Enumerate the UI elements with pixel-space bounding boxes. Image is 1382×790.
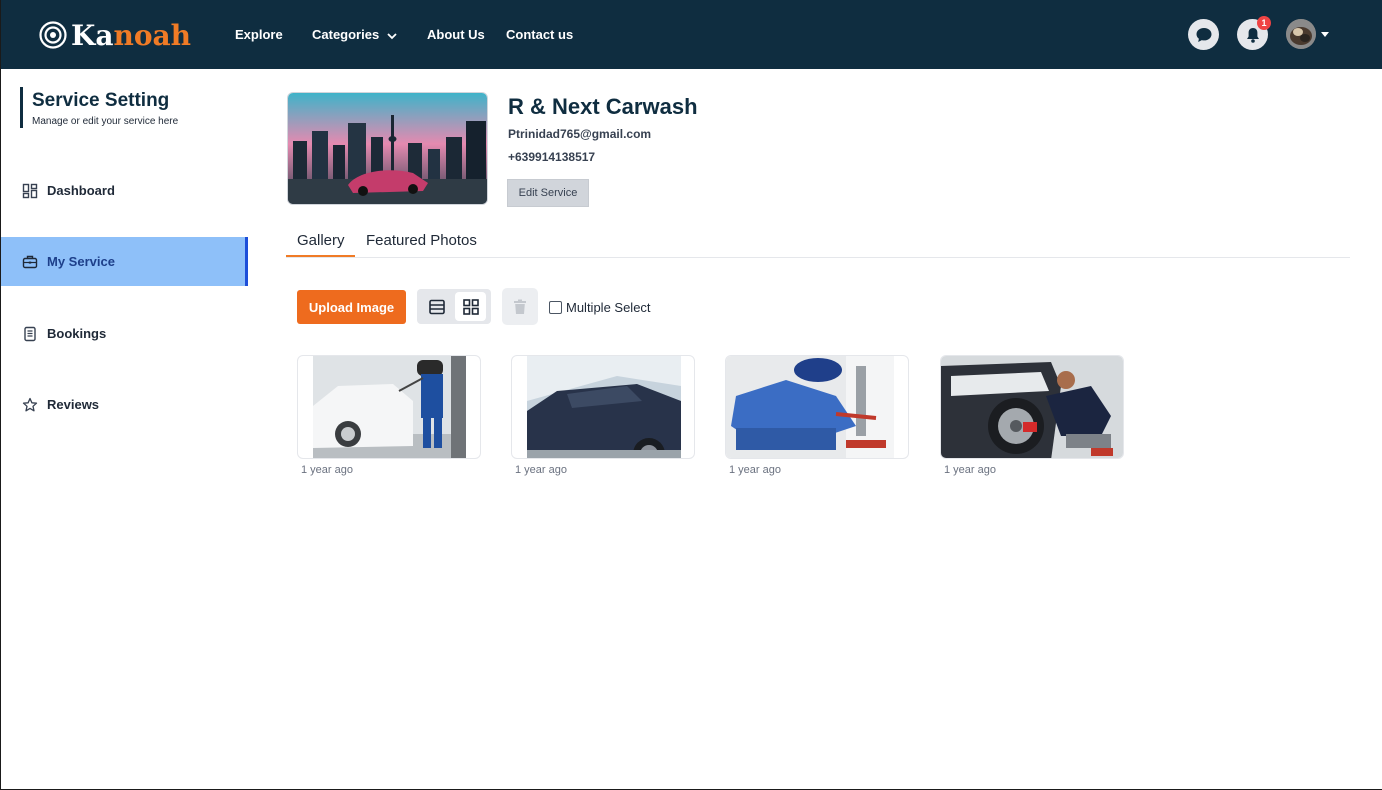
- top-navbar: Kanoah Explore Categories About Us Conta…: [1, 0, 1382, 69]
- gallery-item[interactable]: [940, 355, 1124, 459]
- gallery-item-time: 1 year ago: [729, 464, 781, 476]
- chevron-down-icon: [387, 32, 397, 39]
- car-foam-photo: [527, 356, 681, 458]
- book-icon: [22, 326, 38, 342]
- grid-view-button[interactable]: [455, 292, 486, 321]
- notification-badge: 1: [1257, 16, 1271, 30]
- list-view-button[interactable]: [421, 292, 452, 321]
- view-mode-toggle: [417, 289, 491, 324]
- active-tab-indicator: [286, 255, 355, 257]
- city-car-image: [288, 93, 487, 204]
- nav-categories-label: Categories: [312, 27, 380, 42]
- chat-button[interactable]: [1188, 19, 1219, 50]
- gallery-item-time: 1 year ago: [944, 464, 996, 476]
- grid-view-icon: [462, 298, 479, 315]
- sidebar-item-label: Reviews: [47, 397, 100, 412]
- trash-icon: [514, 299, 526, 314]
- gallery-item[interactable]: [511, 355, 695, 459]
- sidebar-subtitle: Manage or edit your service here: [32, 116, 179, 127]
- edit-service-button[interactable]: Edit Service: [507, 179, 589, 207]
- tab-gallery[interactable]: Gallery: [297, 232, 345, 249]
- upload-image-button[interactable]: Upload Image: [297, 290, 406, 324]
- multiple-select-toggle[interactable]: Multiple Select: [549, 300, 651, 315]
- sidebar-item-label: Bookings: [47, 326, 107, 341]
- delete-button[interactable]: [502, 288, 538, 325]
- logo-text: Kanoah: [71, 18, 192, 52]
- avatar-image: [1286, 19, 1316, 49]
- gallery-item-time: 1 year ago: [301, 464, 353, 476]
- sidebar-item-bookings[interactable]: Bookings: [1, 309, 248, 358]
- service-cover-image: [287, 92, 488, 205]
- star-icon: [22, 397, 38, 413]
- sidebar-title-accent: [20, 87, 23, 128]
- multiple-select-label: Multiple Select: [566, 300, 651, 315]
- sidebar-item-my-service[interactable]: My Service: [1, 237, 248, 286]
- gallery-item[interactable]: [297, 355, 481, 459]
- sidebar-item-label: Dashboard: [47, 183, 115, 198]
- target-logo-icon: [39, 21, 67, 49]
- sidebar-item-label: My Service: [47, 254, 115, 269]
- tabs-divider: [286, 257, 1350, 258]
- tab-featured-photos[interactable]: Featured Photos: [366, 232, 477, 249]
- sidebar-title: Service Setting: [32, 90, 170, 111]
- avatar[interactable]: [1286, 19, 1316, 49]
- briefcase-icon: [22, 254, 38, 270]
- list-view-icon: [428, 299, 445, 314]
- chat-icon: [1196, 27, 1211, 42]
- plumber-photo: [726, 356, 894, 458]
- service-email: Ptrinidad765@gmail.com: [508, 127, 652, 141]
- kanoah-logo[interactable]: Kanoah: [39, 18, 191, 52]
- service-phone: +639914138517: [508, 150, 596, 164]
- dashboard-icon: [22, 183, 38, 199]
- multiple-select-checkbox[interactable]: [549, 301, 562, 314]
- gallery-item[interactable]: [725, 355, 909, 459]
- nav-contact[interactable]: Contact us: [506, 27, 573, 42]
- sidebar-item-reviews[interactable]: Reviews: [1, 380, 248, 429]
- account-menu-caret-icon[interactable]: [1321, 32, 1329, 37]
- nav-explore[interactable]: Explore: [235, 27, 283, 42]
- service-name: R & Next Carwash: [508, 94, 698, 119]
- sidebar-item-dashboard[interactable]: Dashboard: [1, 166, 248, 215]
- nav-about[interactable]: About Us: [427, 27, 485, 42]
- wheel-cleaning-photo: [941, 356, 1123, 458]
- gallery-item-time: 1 year ago: [515, 464, 567, 476]
- car-wash-photo: [313, 356, 466, 458]
- nav-categories[interactable]: Categories: [312, 27, 397, 42]
